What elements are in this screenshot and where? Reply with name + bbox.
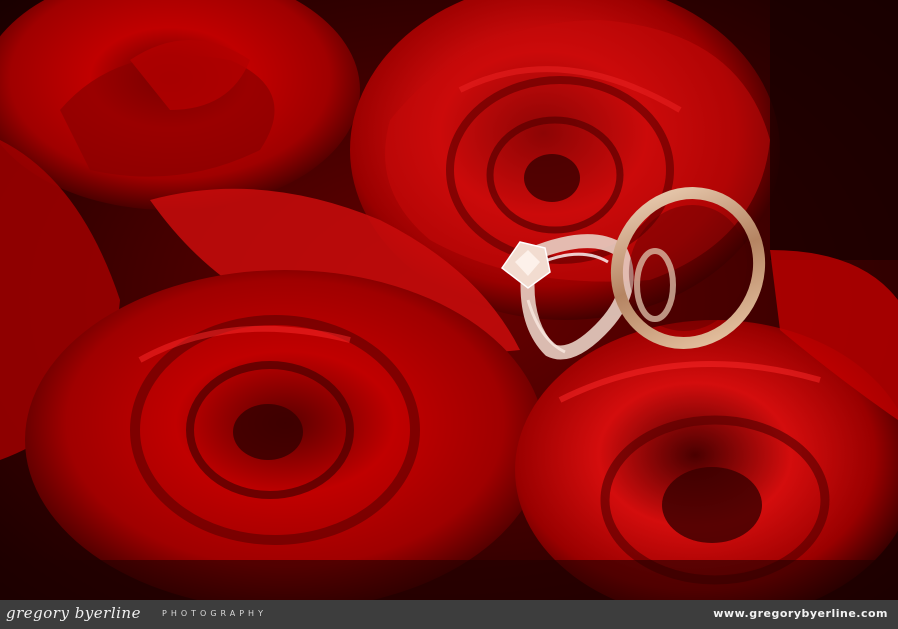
photograph [0, 0, 898, 600]
brand-name: gregory byerline [6, 604, 141, 622]
brand-subtitle: PHOTOGRAPHY [162, 609, 267, 618]
watermark-footer: gregory byerline PHOTOGRAPHY www.gregory… [0, 600, 898, 629]
rose-bottom-left [25, 270, 545, 600]
roses-and-rings-image [0, 0, 898, 600]
brand-url: www.gregorybyerline.com [713, 607, 888, 620]
